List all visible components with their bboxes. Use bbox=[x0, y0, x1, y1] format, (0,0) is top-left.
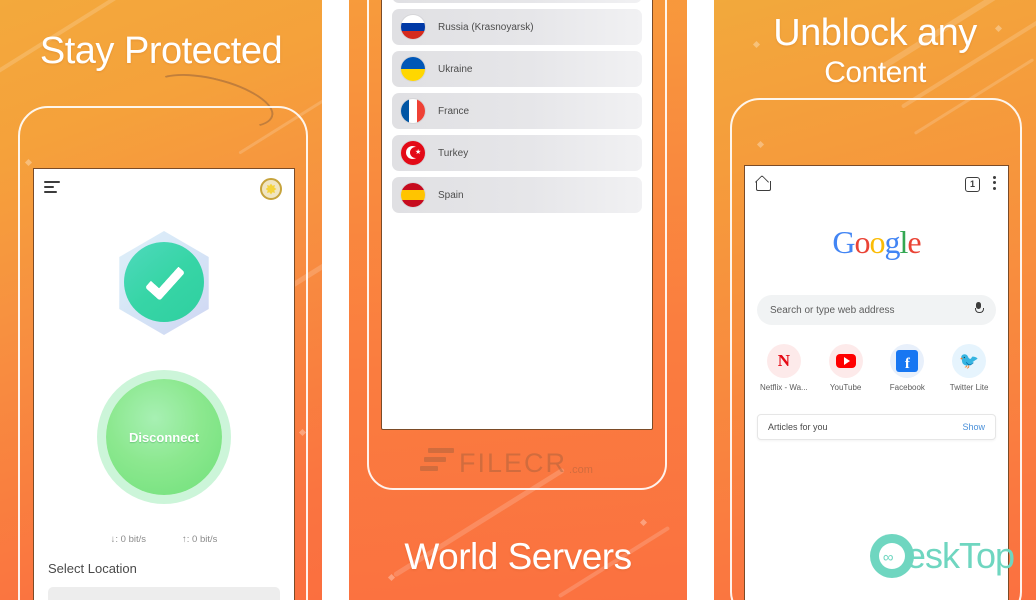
shortcut-facebook[interactable]: f Facebook bbox=[879, 344, 935, 392]
facebook-icon: f bbox=[890, 344, 925, 378]
table-row[interactable]: Spain bbox=[392, 177, 642, 213]
shield-check-icon bbox=[112, 231, 216, 335]
panel3-headline-line1: Unblock any bbox=[773, 12, 977, 54]
articles-card: Articles for you Show bbox=[757, 414, 996, 440]
home-icon[interactable] bbox=[756, 177, 771, 191]
youtube-icon bbox=[828, 344, 863, 378]
hamburger-icon[interactable] bbox=[44, 181, 60, 193]
crown-badge-icon[interactable] bbox=[260, 178, 282, 200]
logo-letter: o bbox=[854, 224, 871, 260]
selected-location-card[interactable] bbox=[48, 587, 280, 600]
panel-unblock-content: Unblock any Content 1 Google Search or t… bbox=[714, 0, 1036, 600]
panel-stay-protected: Stay Protected Disconnect ↓: 0 bit/s ↑: … bbox=[0, 0, 322, 600]
kebab-menu-icon[interactable] bbox=[993, 175, 997, 193]
shortcut-label: Twitter Lite bbox=[949, 383, 989, 392]
upload-speed: ↑: 0 bit/s bbox=[182, 534, 218, 545]
shortcut-label: YouTube bbox=[829, 383, 862, 392]
panel2-headline: World Servers bbox=[404, 536, 632, 577]
netflix-icon: N bbox=[766, 344, 801, 378]
table-row[interactable]: Russia (Krasnoyarsk) bbox=[392, 9, 642, 45]
search-placeholder: Search or type web address bbox=[770, 304, 895, 316]
vpn-app-screen: Disconnect ↓: 0 bit/s ↑: 0 bit/s Select … bbox=[33, 168, 295, 600]
es-flag-icon bbox=[401, 183, 425, 207]
screenshot-stage: Stay Protected Disconnect ↓: 0 bit/s ↑: … bbox=[0, 0, 1036, 600]
list-item-label: Ukraine bbox=[438, 63, 473, 75]
table-row[interactable]: Ukraine bbox=[392, 51, 642, 87]
panel-seam bbox=[687, 0, 714, 600]
search-input[interactable]: Search or type web address bbox=[757, 295, 996, 325]
table-row[interactable]: France bbox=[392, 93, 642, 129]
panel3-headline-line2: Content bbox=[824, 56, 926, 89]
shortcut-youtube[interactable]: YouTube bbox=[818, 344, 874, 392]
server-list-screen: Asia Change location United Stat bbox=[381, 0, 653, 430]
logo-letter: e bbox=[907, 224, 921, 260]
download-speed: ↓: 0 bit/s bbox=[110, 534, 146, 545]
list-item-label: Russia (Krasnoyarsk) bbox=[438, 21, 534, 33]
disconnect-button[interactable]: Disconnect bbox=[106, 379, 222, 495]
select-location-label: Select Location bbox=[48, 561, 137, 576]
logo-letter: G bbox=[832, 224, 855, 260]
speed-indicators: ↓: 0 bit/s ↑: 0 bit/s bbox=[34, 534, 294, 545]
tr-flag-icon: ★ bbox=[401, 141, 425, 165]
list-item-label: Turkey bbox=[438, 147, 469, 159]
panel1-headline: Stay Protected bbox=[39, 30, 283, 72]
tab-count-button[interactable]: 1 bbox=[965, 176, 980, 192]
shortcut-label: Netflix - Wa... bbox=[760, 383, 808, 392]
browser-screen: 1 Google Search or type web address N Ne… bbox=[744, 165, 1009, 600]
list-item-label: Spain bbox=[438, 189, 464, 201]
ua-flag-icon bbox=[401, 57, 425, 81]
articles-show-button[interactable]: Show bbox=[962, 422, 985, 432]
disconnect-button-label: Disconnect bbox=[128, 429, 200, 445]
articles-label: Articles for you bbox=[768, 422, 828, 432]
browser-toolbar: 1 bbox=[745, 166, 1008, 202]
table-row[interactable]: ★ Turkey bbox=[392, 135, 642, 171]
facebook-glyph: f bbox=[896, 350, 919, 372]
panel-world-servers: Asia Change location United Stat bbox=[349, 0, 687, 600]
shortcut-label: Facebook bbox=[889, 383, 925, 392]
app-toolbar bbox=[34, 169, 294, 215]
shortcut-twitter[interactable]: 🐦 Twitter Lite bbox=[941, 344, 997, 392]
shortcut-tiles: N Netflix - Wa... YouTube f Facebook 🐦 T… bbox=[745, 344, 1008, 392]
list-item-label: France bbox=[438, 105, 470, 117]
ru-flag-icon bbox=[401, 15, 425, 39]
panel-seam bbox=[322, 0, 349, 600]
fr-flag-icon bbox=[401, 99, 425, 123]
table-row[interactable]: Russia bbox=[392, 0, 642, 3]
microphone-icon[interactable] bbox=[975, 302, 984, 313]
logo-letter: g bbox=[884, 224, 901, 260]
google-logo: Google bbox=[745, 224, 1008, 261]
location-list[interactable]: Asia Change location United Stat bbox=[382, 0, 652, 429]
twitter-icon: 🐦 bbox=[952, 344, 987, 378]
shortcut-netflix[interactable]: N Netflix - Wa... bbox=[756, 344, 812, 392]
logo-letter: o bbox=[869, 224, 886, 260]
